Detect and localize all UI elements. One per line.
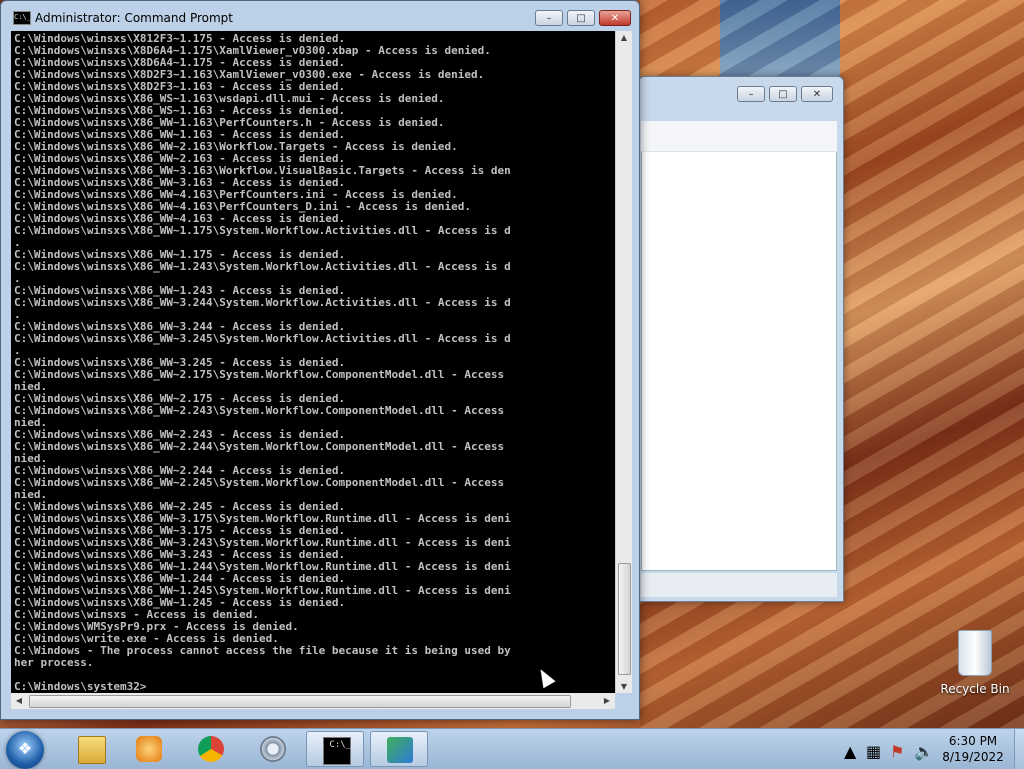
command-prompt-window[interactable]: C:\_ Administrator: Command Prompt – □ ✕… <box>0 0 640 720</box>
recycle-bin[interactable]: Recycle Bin <box>940 630 1010 696</box>
vertical-scroll-thumb[interactable] <box>618 563 631 675</box>
scroll-left-icon[interactable]: ◀ <box>11 696 27 705</box>
folder-icon <box>78 736 106 764</box>
clock-date: 8/19/2022 <box>942 750 1004 764</box>
bg-window-statusbar <box>641 573 837 597</box>
cmd-icon: C:\_ <box>323 737 351 765</box>
start-button[interactable]: ❖ <box>6 731 44 769</box>
windows-logo-icon: ❖ <box>17 739 33 758</box>
scroll-down-icon[interactable]: ▼ <box>616 682 632 691</box>
show-desktop-button[interactable] <box>1014 729 1024 769</box>
recycle-bin-label: Recycle Bin <box>940 682 1010 696</box>
media-player-icon <box>136 736 162 762</box>
console-text: C:\Windows\winsxs\X812F3~1.175 - Access … <box>14 32 511 693</box>
taskbar-settings[interactable] <box>244 731 302 767</box>
minimize-button[interactable]: – <box>535 10 563 26</box>
chrome-icon <box>198 736 224 762</box>
vertical-scrollbar[interactable]: ▲ ▼ <box>615 31 632 693</box>
console-output[interactable]: C:\Windows\winsxs\X812F3~1.175 - Access … <box>11 31 615 693</box>
taskbar-command-prompt[interactable]: C:\_ <box>306 731 364 767</box>
bg-window-header <box>641 121 837 152</box>
scroll-right-icon[interactable]: ▶ <box>599 696 615 705</box>
window-title: Administrator: Command Prompt <box>35 11 233 25</box>
recycle-bin-icon <box>958 630 992 676</box>
taskbar-chrome[interactable] <box>182 731 240 767</box>
taskbar-media-player[interactable] <box>120 731 178 767</box>
action-center-icon[interactable]: ⚑ <box>890 742 904 761</box>
background-window[interactable]: – □ ✕ <box>638 76 844 602</box>
horizontal-scrollbar[interactable]: ◀ ▶ <box>11 693 615 709</box>
show-hidden-icons-icon[interactable]: ▲ <box>844 742 856 761</box>
clock[interactable]: 6:30 PM 8/19/2022 <box>938 733 1008 765</box>
network-icon[interactable]: ▦ <box>866 742 881 761</box>
bg-close-button[interactable]: ✕ <box>801 86 833 102</box>
volume-icon[interactable]: 🔈 <box>914 742 934 761</box>
cmd-app-icon: C:\_ <box>13 11 31 25</box>
scroll-up-icon[interactable]: ▲ <box>616 33 632 42</box>
taskbar: ❖ C:\_ ▲ ▦ ⚑ 🔈 6:30 PM 8/19/2022 <box>0 728 1024 769</box>
close-button[interactable]: ✕ <box>599 10 631 26</box>
bg-minimize-button[interactable]: – <box>737 86 765 102</box>
bg-maximize-button[interactable]: □ <box>769 86 797 102</box>
maximize-button[interactable]: □ <box>567 10 595 26</box>
clock-time: 6:30 PM <box>948 734 998 748</box>
bg-window-content <box>641 121 837 571</box>
package-icon <box>387 737 413 763</box>
horizontal-scroll-thumb[interactable] <box>29 695 571 708</box>
taskbar-package[interactable] <box>370 731 428 767</box>
taskbar-explorer[interactable] <box>62 731 120 767</box>
gear-icon <box>260 736 286 762</box>
